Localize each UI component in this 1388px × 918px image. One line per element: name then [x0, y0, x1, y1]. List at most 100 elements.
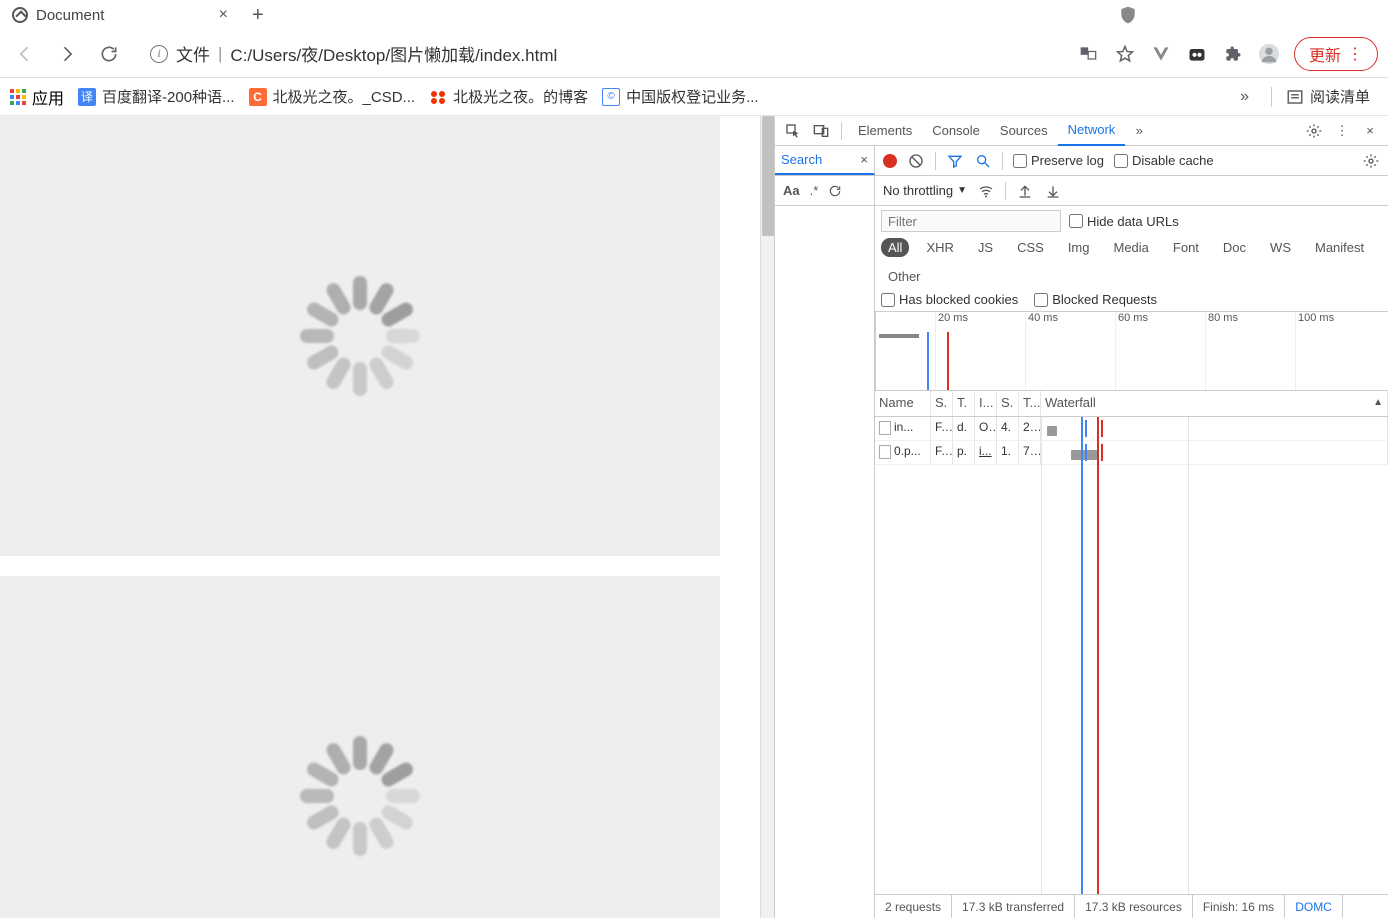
tab-elements[interactable]: Elements	[848, 116, 922, 146]
tabs-overflow-icon[interactable]: »	[1125, 123, 1153, 138]
filter-input[interactable]	[881, 210, 1061, 232]
type-filter-img[interactable]: Img	[1061, 238, 1097, 257]
lazy-image-placeholder	[0, 116, 720, 556]
back-button[interactable]	[10, 39, 40, 69]
col-name[interactable]: Name	[875, 391, 931, 416]
record-button[interactable]	[883, 154, 897, 168]
inspect-element-icon[interactable]	[779, 123, 807, 139]
type-filter-media[interactable]: Media	[1106, 238, 1155, 257]
network-timeline[interactable]: 20 ms 40 ms 60 ms 80 ms 100 ms	[875, 311, 1388, 391]
extra-filters-row: Has blocked cookies Blocked Requests	[875, 288, 1388, 311]
forward-button[interactable]	[52, 39, 82, 69]
throttling-select[interactable]: No throttling▼	[883, 183, 967, 198]
table-row[interactable]: 0.p... F... p. i... 1. 7...	[875, 441, 1388, 465]
col-type[interactable]: T.	[953, 391, 975, 416]
lazy-image-placeholder	[0, 576, 720, 918]
bookmarks-bar: 应用 译百度翻译-200种语... C 北极光之夜。_CSD... 北极光之夜。的…	[0, 78, 1388, 116]
type-filter-ws[interactable]: WS	[1263, 238, 1298, 257]
type-filter-xhr[interactable]: XHR	[919, 238, 960, 257]
hide-data-urls-checkbox[interactable]: Hide data URLs	[1069, 214, 1179, 229]
toolbar-icons: 更新 ⋮	[1078, 37, 1378, 71]
refresh-search-icon[interactable]	[828, 184, 842, 198]
has-blocked-cookies-checkbox[interactable]: Has blocked cookies	[881, 292, 1018, 307]
tab-network[interactable]: Network	[1058, 116, 1126, 146]
network-settings-icon[interactable]	[1362, 153, 1380, 169]
col-initiator[interactable]: I...	[975, 391, 997, 416]
wifi-icon[interactable]	[977, 183, 995, 199]
apps-button[interactable]: 应用	[10, 85, 64, 109]
settings-gear-icon[interactable]	[1300, 123, 1328, 139]
match-case-icon[interactable]: Aa	[783, 183, 800, 198]
extensions-icon[interactable]	[1222, 43, 1244, 65]
address-field[interactable]: i 文件 | C:/Users/夜/Desktop/图片懒加载/index.ht…	[140, 37, 1066, 71]
download-har-icon[interactable]	[1044, 183, 1062, 199]
blocked-requests-checkbox[interactable]: Blocked Requests	[1034, 292, 1157, 307]
reading-list-icon	[1286, 88, 1304, 106]
type-filter-doc[interactable]: Doc	[1216, 238, 1253, 257]
bookmark-favicon: 译	[78, 88, 96, 106]
devtools-body: Hide data URLs All XHR JS CSS Img Media …	[775, 206, 1388, 918]
search-drawer-tab[interactable]: Search ×	[775, 146, 875, 175]
bookmark-item-3[interactable]: © 中国版权登记业务...	[602, 86, 759, 107]
bookmarks-overflow-icon[interactable]: »	[1232, 88, 1257, 106]
search-controls: Aa .*	[775, 176, 875, 205]
bookmark-item-1[interactable]: C 北极光之夜。_CSD...	[249, 86, 416, 107]
clear-icon[interactable]	[907, 153, 925, 169]
bookmark-label: 中国版权登记业务...	[626, 86, 759, 107]
col-status[interactable]: S.	[931, 391, 953, 416]
type-filter-font[interactable]: Font	[1166, 238, 1206, 257]
search-results-pane	[775, 206, 875, 918]
page-viewport[interactable]	[0, 116, 760, 918]
page-scrollbar[interactable]	[760, 116, 774, 918]
close-tab-icon[interactable]: ×	[219, 6, 228, 24]
reading-list-button[interactable]: 阅读清单	[1286, 86, 1378, 107]
update-button[interactable]: 更新 ⋮	[1294, 37, 1378, 71]
col-size[interactable]: S.	[997, 391, 1019, 416]
bookmark-item-2[interactable]: 北极光之夜。的博客	[429, 86, 588, 107]
browser-tab[interactable]: Document ×	[0, 0, 240, 30]
bookmark-favicon: ©	[602, 88, 620, 106]
bookmark-label: 北极光之夜。_CSD...	[273, 86, 416, 107]
filter-icon[interactable]	[946, 153, 964, 169]
type-filter-other[interactable]: Other	[881, 267, 928, 286]
status-transferred: 17.3 kB transferred	[952, 895, 1075, 918]
bookmark-item-0[interactable]: 译百度翻译-200种语...	[78, 86, 235, 107]
bookmark-favicon: C	[249, 88, 267, 106]
vue-ext-icon[interactable]	[1150, 43, 1172, 65]
reload-button[interactable]	[94, 39, 124, 69]
preserve-log-checkbox[interactable]: Preserve log	[1013, 153, 1104, 168]
ext-icon[interactable]	[1186, 43, 1208, 65]
more-menu-icon[interactable]: ⋮	[1328, 123, 1356, 139]
close-search-icon[interactable]: ×	[860, 152, 868, 167]
network-status-bar: 2 requests 17.3 kB transferred 17.3 kB r…	[875, 894, 1388, 918]
col-waterfall[interactable]: Waterfall▲	[1041, 391, 1388, 416]
url-text: C:/Users/夜/Desktop/图片懒加载/index.html	[230, 41, 557, 66]
device-toggle-icon[interactable]	[807, 123, 835, 139]
col-time[interactable]: T...	[1019, 391, 1041, 416]
network-toolbar: Preserve log Disable cache	[875, 146, 1388, 175]
close-devtools-icon[interactable]: ×	[1356, 123, 1384, 138]
upload-har-icon[interactable]	[1016, 183, 1034, 199]
address-bar: i 文件 | C:/Users/夜/Desktop/图片懒加载/index.ht…	[0, 30, 1388, 78]
table-row[interactable]: in... F... d. O... 4. 2...	[875, 417, 1388, 441]
site-info-icon[interactable]: i	[150, 45, 168, 63]
scrollbar-thumb[interactable]	[762, 116, 774, 236]
type-filter-all[interactable]: All	[881, 238, 909, 257]
type-filter-css[interactable]: CSS	[1010, 238, 1051, 257]
new-tab-button[interactable]: +	[240, 4, 276, 27]
search-icon[interactable]	[974, 153, 992, 169]
type-filter-manifest[interactable]: Manifest	[1308, 238, 1371, 257]
disable-cache-checkbox[interactable]: Disable cache	[1114, 153, 1214, 168]
tab-sources[interactable]: Sources	[990, 116, 1058, 146]
network-table: Name S. T. I... S. T... Waterfall▲ in...…	[875, 391, 1388, 894]
regex-icon[interactable]: .*	[810, 183, 819, 198]
translate-icon[interactable]	[1078, 43, 1100, 65]
devtools-toolbar-2: Aa .* No throttling▼	[775, 176, 1388, 206]
menu-dots-icon: ⋮	[1347, 44, 1363, 64]
profile-icon[interactable]	[1258, 43, 1280, 65]
tab-console[interactable]: Console	[922, 116, 990, 146]
tab-strip: Document × +	[0, 0, 1388, 30]
bookmark-star-icon[interactable]	[1114, 43, 1136, 65]
shield-icon[interactable]	[1118, 5, 1138, 25]
type-filter-js[interactable]: JS	[971, 238, 1000, 257]
